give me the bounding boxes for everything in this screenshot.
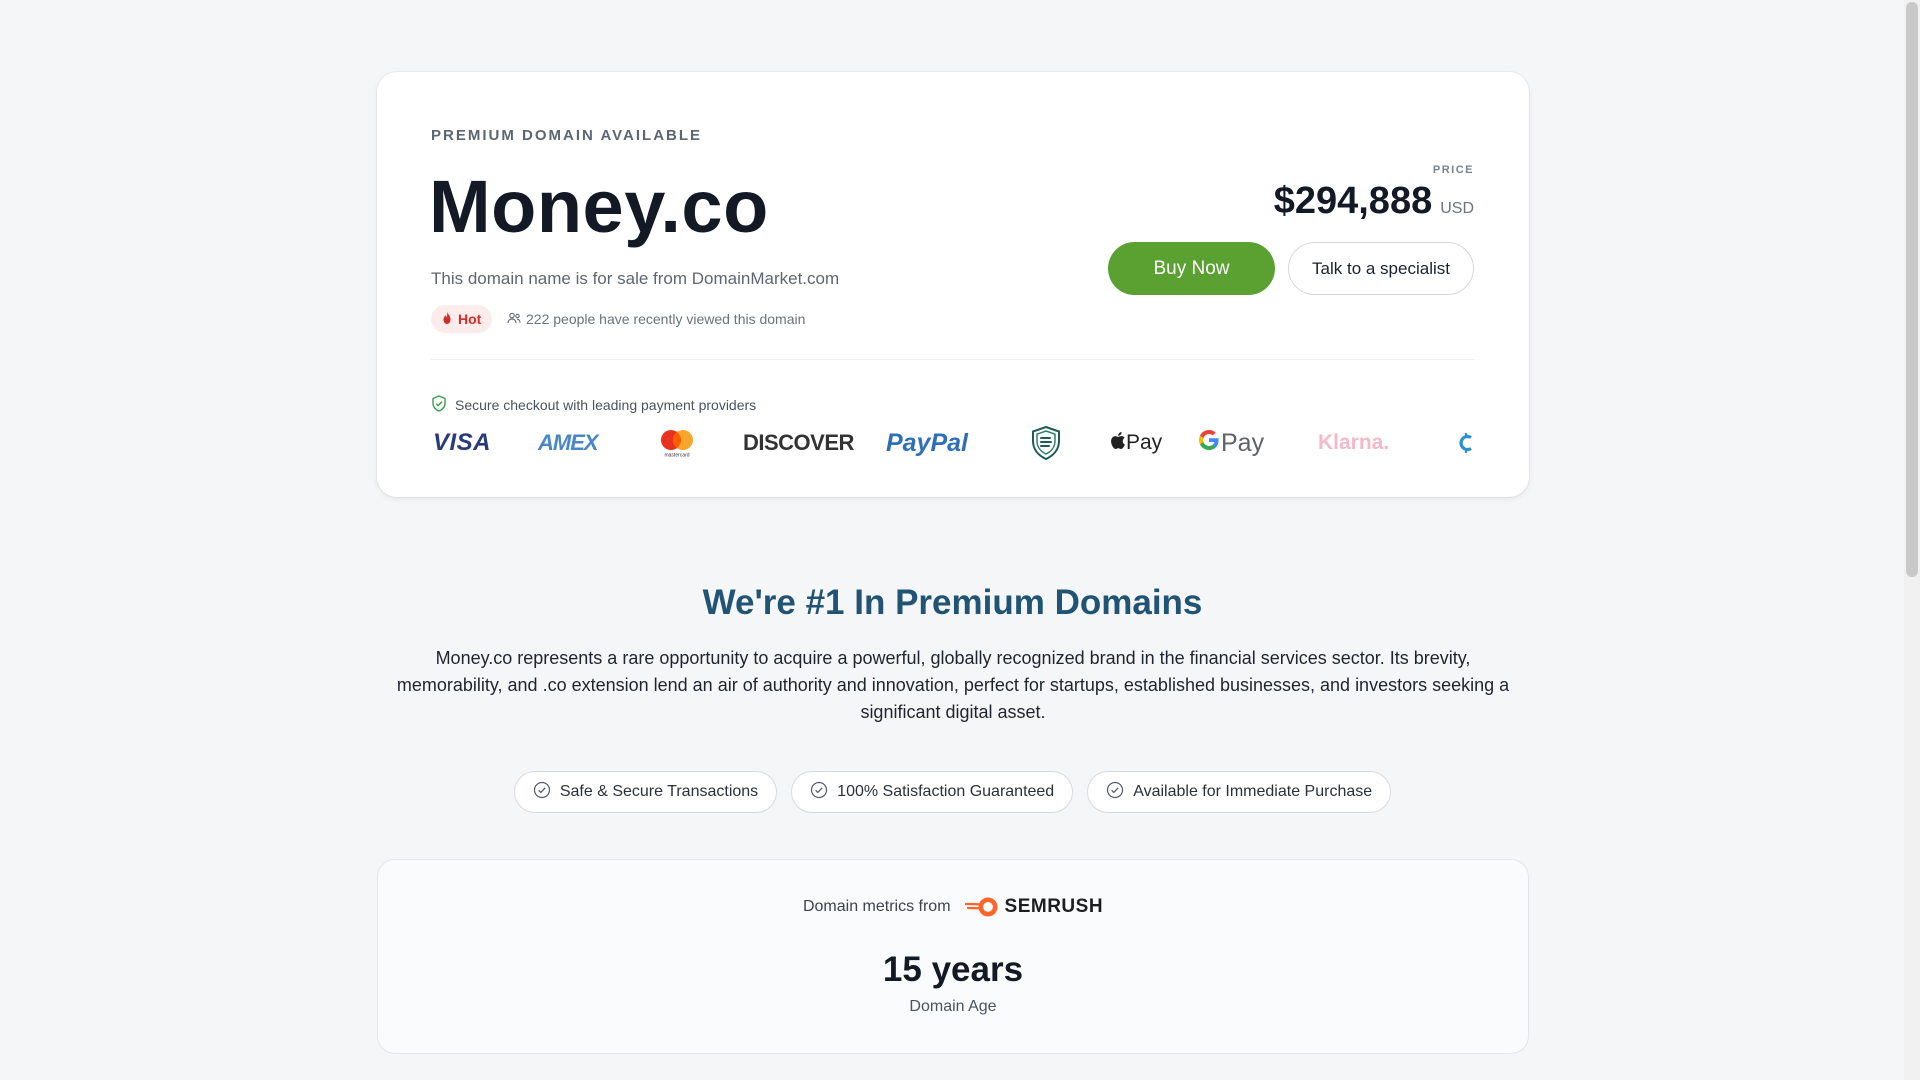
sale-subtitle: This domain name is for sale from Domain… <box>431 269 840 288</box>
semrush-wordmark: SEMRUSH <box>1004 896 1104 917</box>
hot-badge-label: Hot <box>458 311 482 327</box>
buy-now-button[interactable]: Buy Now <box>1108 242 1275 295</box>
pill-label: Available for Immediate Purchase <box>1133 783 1373 800</box>
shield-check-icon <box>431 395 447 415</box>
shield-badge-icon <box>1031 425 1061 461</box>
partial-provider-logo <box>1457 425 1475 461</box>
eyebrow-label: PREMIUM DOMAIN AVAILABLE <box>431 127 703 144</box>
metrics-card: Domain metrics from SEMRUSH 15 years Dom… <box>377 859 1529 1054</box>
domain-title: Money.co <box>429 165 769 248</box>
discover-wordmark: DISCOVER <box>743 430 854 455</box>
scrollbar-thumb[interactable] <box>1906 2 1918 577</box>
guarantee-pills: Safe & Secure Transactions 100% Satisfac… <box>0 771 1905 813</box>
apple-pay-text: Pay <box>1126 431 1163 454</box>
secure-checkout-row: Secure checkout with leading payment pro… <box>431 395 756 415</box>
viewers-text: 222 people have recently viewed this dom… <box>526 311 806 327</box>
price-row: $294,888 USD <box>1274 180 1474 223</box>
secure-checkout-text: Secure checkout with leading payment pro… <box>455 397 757 413</box>
google-pay-text: Pay <box>1221 428 1265 457</box>
svg-text:mastercard: mastercard <box>664 453 689 459</box>
check-circle-icon <box>810 781 828 804</box>
payment-logos: VISA AMEX mastercard DISCOVER PayPal Pay… <box>433 425 1478 461</box>
discover-logo: DISCOVER <box>743 425 854 461</box>
section-title: We're #1 In Premium Domains <box>702 583 1203 622</box>
paypal-logo: PayPal <box>886 428 969 457</box>
price-label: PRICE <box>1432 164 1474 176</box>
pill-label: 100% Satisfaction Guaranteed <box>837 783 1055 800</box>
viewers-info: 222 people have recently viewed this dom… <box>507 305 805 333</box>
people-icon <box>507 311 521 327</box>
price-amount: $294,888 <box>1273 180 1433 222</box>
amex-logo: AMEX <box>538 430 599 455</box>
scrollbar-track[interactable] <box>1904 0 1920 1080</box>
pill-label: Safe & Secure Transactions <box>559 783 759 800</box>
semrush-logo: SEMRUSH <box>963 895 1104 919</box>
apple-icon <box>1110 431 1126 456</box>
flame-icon <box>441 311 453 328</box>
pill-satisfaction: 100% Satisfaction Guaranteed <box>791 771 1074 813</box>
divider <box>431 359 1475 360</box>
price-currency: USD <box>1440 200 1474 217</box>
metrics-header: Domain metrics from SEMRUSH <box>378 895 1528 919</box>
pill-immediate-purchase: Available for Immediate Purchase <box>1087 771 1392 813</box>
check-circle-icon <box>533 781 551 804</box>
apple-pay-logo: Pay <box>1110 425 1162 461</box>
check-circle-icon <box>1106 781 1124 804</box>
domain-age-value: 15 years <box>882 950 1024 989</box>
mastercard-logo: mastercard <box>658 425 696 461</box>
pill-safe-secure: Safe & Secure Transactions <box>513 771 778 813</box>
metrics-header-text: Domain metrics from <box>802 898 951 915</box>
visa-logo: VISA <box>433 429 492 456</box>
klarna-logo: Klarna. <box>1318 431 1390 454</box>
talk-to-specialist-button[interactable]: Talk to a specialist <box>1288 242 1474 295</box>
google-pay-logo: Pay <box>1197 425 1264 461</box>
domain-age-label: Domain Age <box>909 998 997 1015</box>
section-description: Money.co represents a rare opportunity t… <box>396 648 1510 722</box>
hot-badge: Hot <box>431 305 493 333</box>
domain-card: PREMIUM DOMAIN AVAILABLE Money.co This d… <box>377 72 1529 497</box>
google-g-icon <box>1197 428 1221 459</box>
